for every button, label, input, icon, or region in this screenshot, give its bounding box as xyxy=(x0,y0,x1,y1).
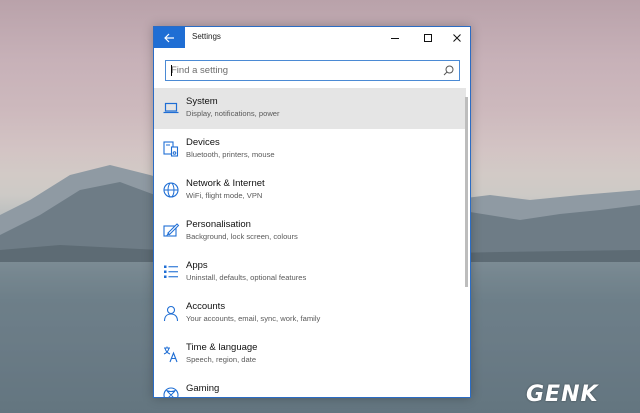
window-title: Settings xyxy=(192,32,221,41)
category-name: Devices xyxy=(186,137,220,148)
scrollbar[interactable] xyxy=(465,97,468,287)
search-box[interactable] xyxy=(165,60,460,81)
search-icon[interactable] xyxy=(443,65,454,76)
category-time-language[interactable]: Time & language Speech, region, date xyxy=(154,334,466,375)
settings-window: Settings System Display, notifications, … xyxy=(153,26,471,398)
category-network-internet[interactable]: Network & Internet WiFi, flight mode, VP… xyxy=(154,170,466,211)
category-description: Uninstall, defaults, optional features xyxy=(186,273,307,282)
category-name: Personalisation xyxy=(186,219,251,230)
category-description: Your accounts, email, sync, work, family xyxy=(186,314,321,323)
close-button[interactable] xyxy=(442,27,470,48)
settings-category-list: System Display, notifications, power Dev… xyxy=(154,88,466,397)
category-name: Gaming xyxy=(186,383,220,394)
category-name: Accounts xyxy=(186,301,226,312)
minimize-icon xyxy=(391,37,399,39)
text-caret xyxy=(171,65,172,76)
title-bar[interactable]: Settings xyxy=(154,27,470,48)
category-description: Bluetooth, printers, mouse xyxy=(186,150,275,159)
category-name: System xyxy=(186,96,218,107)
maximize-button[interactable] xyxy=(413,27,443,48)
category-description: Display, notifications, power xyxy=(186,109,280,118)
close-icon xyxy=(453,33,461,42)
category-gaming[interactable]: Gaming xyxy=(154,375,466,397)
laptop-icon xyxy=(163,102,179,114)
category-name: Apps xyxy=(186,260,208,271)
category-description: Background, lock screen, colours xyxy=(186,232,298,241)
paint-icon xyxy=(163,223,180,237)
back-button[interactable] xyxy=(154,27,185,48)
category-apps[interactable]: Apps Uninstall, defaults, optional featu… xyxy=(154,252,466,293)
apps-list-icon xyxy=(164,265,178,278)
person-icon xyxy=(163,305,179,322)
category-accounts[interactable]: Accounts Your accounts, email, sync, wor… xyxy=(154,293,466,334)
back-arrow-icon xyxy=(164,33,174,42)
minimize-button[interactable] xyxy=(380,27,410,48)
xbox-icon xyxy=(163,387,179,397)
category-system[interactable]: System Display, notifications, power xyxy=(154,88,466,129)
category-description: Speech, region, date xyxy=(186,355,257,364)
maximize-icon xyxy=(424,33,432,42)
category-name: Time & language xyxy=(186,342,258,353)
globe-icon xyxy=(163,182,179,198)
time-language-icon xyxy=(163,346,178,363)
devices-icon xyxy=(163,141,179,157)
category-personalisation[interactable]: Personalisation Background, lock screen,… xyxy=(154,211,466,252)
search-input[interactable] xyxy=(166,61,436,80)
category-devices[interactable]: Devices Bluetooth, printers, mouse xyxy=(154,129,466,170)
watermark-logo: GENK xyxy=(526,382,599,407)
category-description: WiFi, flight mode, VPN xyxy=(186,191,263,200)
category-name: Network & Internet xyxy=(186,178,265,189)
